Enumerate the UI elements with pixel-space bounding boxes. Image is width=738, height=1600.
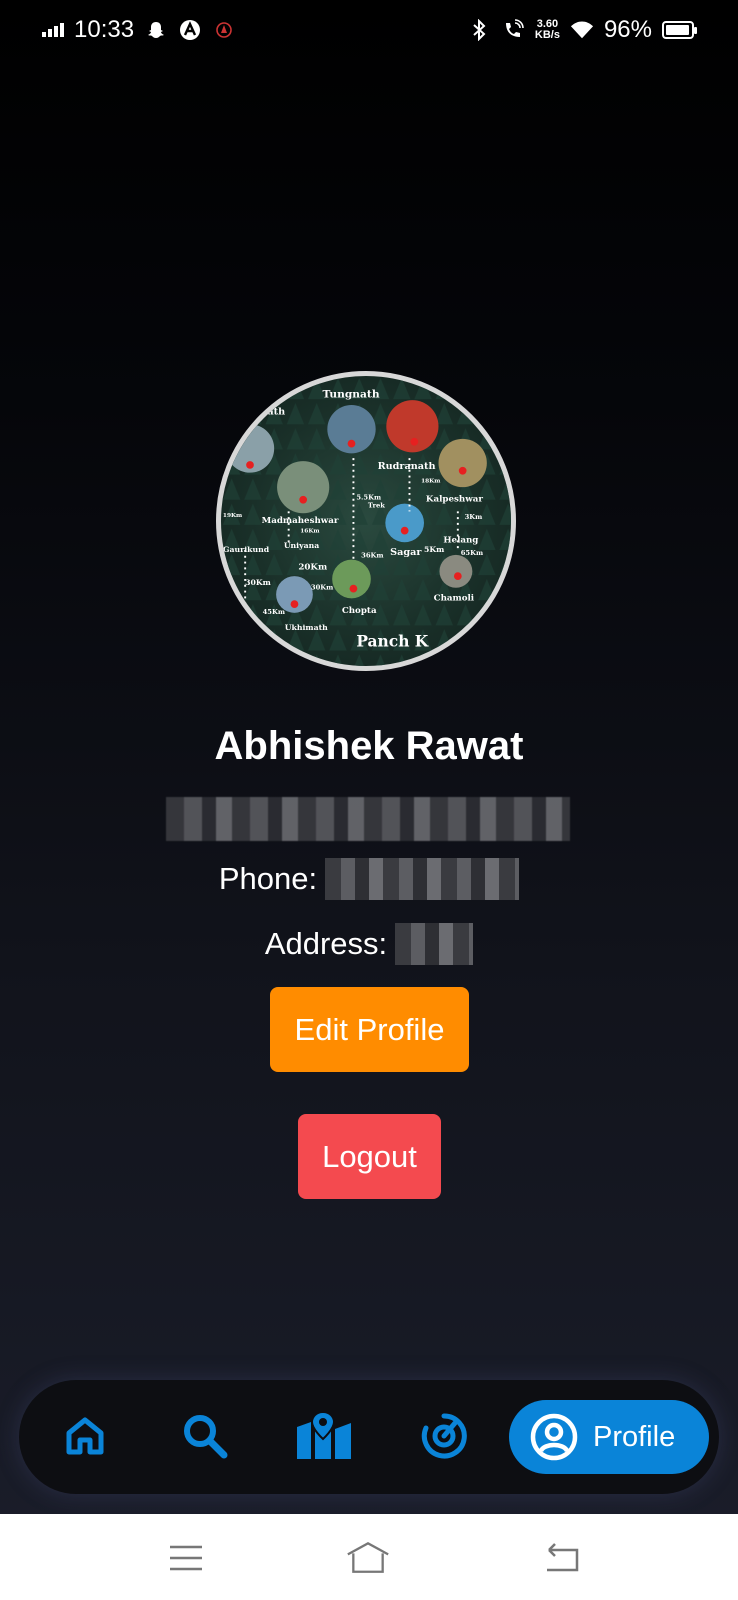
battery-icon [662,21,697,39]
label-5km: 5Km [424,545,444,554]
status-time: 10:33 [74,16,135,43]
wifi-icon [570,18,594,42]
nav-profile[interactable]: Profile [509,1400,709,1474]
recent-apps-button[interactable] [164,1536,208,1580]
phone-redacted [325,858,520,900]
back-icon [547,1543,579,1572]
nav-radar[interactable] [414,1406,474,1466]
label-trek-16km: 16Km [300,529,319,535]
logout-button[interactable]: Logout [298,1114,441,1199]
label-trek-18km: 18Km [421,478,440,484]
search-icon [184,1415,228,1459]
edit-profile-button[interactable]: Edit Profile [270,987,469,1072]
status-bar: 10:33 3.60 KB/s 96% [0,0,738,60]
bottom-nav: Profile [19,1380,719,1494]
back-button[interactable] [540,1536,584,1580]
label-helang: Helang [443,535,478,545]
photo-madmaheshwar [277,461,330,514]
nav-search[interactable] [175,1406,235,1466]
photo-sagar [385,503,424,543]
home-outline-icon [347,1542,389,1573]
label-65km: 65Km [461,549,483,557]
label-30km-left: 30Km [245,578,271,587]
label-chamoli: Chamoli [434,593,475,603]
avatar[interactable]: Tungnath ath Rudranath Kalpeshwar Madmah… [216,371,516,671]
home-icon [66,1417,104,1455]
label-ukhimath: Ukhimath [285,623,328,632]
phone-label: Phone: [218,861,318,896]
label-gaurikund: Gaurikund [223,545,270,554]
signal-icon [42,23,64,37]
nav-home[interactable] [55,1406,115,1466]
user-circle-icon [530,1413,578,1461]
label-trek-19km: 19Km [223,513,242,519]
label-tungnath: Tungnath [323,387,380,400]
label-uniyana: Uniyana [284,541,319,550]
address-row: Address: [0,923,738,965]
email-redacted [166,797,570,841]
label-ath: ath [267,407,285,418]
address-label: Address: [264,926,388,961]
status-bar-right: 3.60 KB/s 96% [467,16,697,44]
wifi-call-icon [501,18,525,42]
phone-row: Phone: [0,858,738,900]
app-a-icon [178,18,202,42]
profile-name: Abhishek Rawat [214,724,524,768]
label-madmaheshwar: Madmaheshwar [262,516,339,526]
radar-icon [421,1413,467,1459]
label-45km: 45Km [263,608,285,616]
label-panch: Panch K [356,632,428,651]
recording-icon [212,18,236,42]
label-trek-3km: 3Km [465,513,483,521]
label-kalpeshwar: Kalpeshwar [426,495,483,505]
photo-kalpeshwar [438,438,487,488]
network-speed: 3.60 KB/s [535,19,560,41]
address-redacted [395,923,474,965]
speed-unit: KB/s [534,29,560,41]
label-trek: Trek [368,501,385,509]
system-home-button[interactable] [346,1536,390,1580]
photo-chopta [332,559,371,599]
map-icon [297,1411,351,1459]
label-rudranath: Rudranath [378,461,436,472]
nav-map[interactable] [294,1406,354,1466]
label-30km-mid: 30Km [311,584,333,592]
label-sagar: Sagar [390,547,422,558]
menu-icon [170,1545,202,1571]
photo-chamoli [439,554,473,588]
system-navigation-bar [0,1514,738,1600]
status-bar-left: 10:33 [42,16,236,44]
label-36km: 36Km [361,552,383,560]
label-20km: 20Km [298,562,327,572]
snapchat-icon [144,18,168,42]
battery-percent: 96% [603,16,652,43]
battery-fill [666,25,690,35]
bluetooth-icon [467,18,491,42]
nav-profile-label: Profile [593,1420,676,1453]
label-chopta: Chopta [342,606,377,616]
avatar-image: Tungnath ath Rudranath Kalpeshwar Madmah… [221,376,511,666]
